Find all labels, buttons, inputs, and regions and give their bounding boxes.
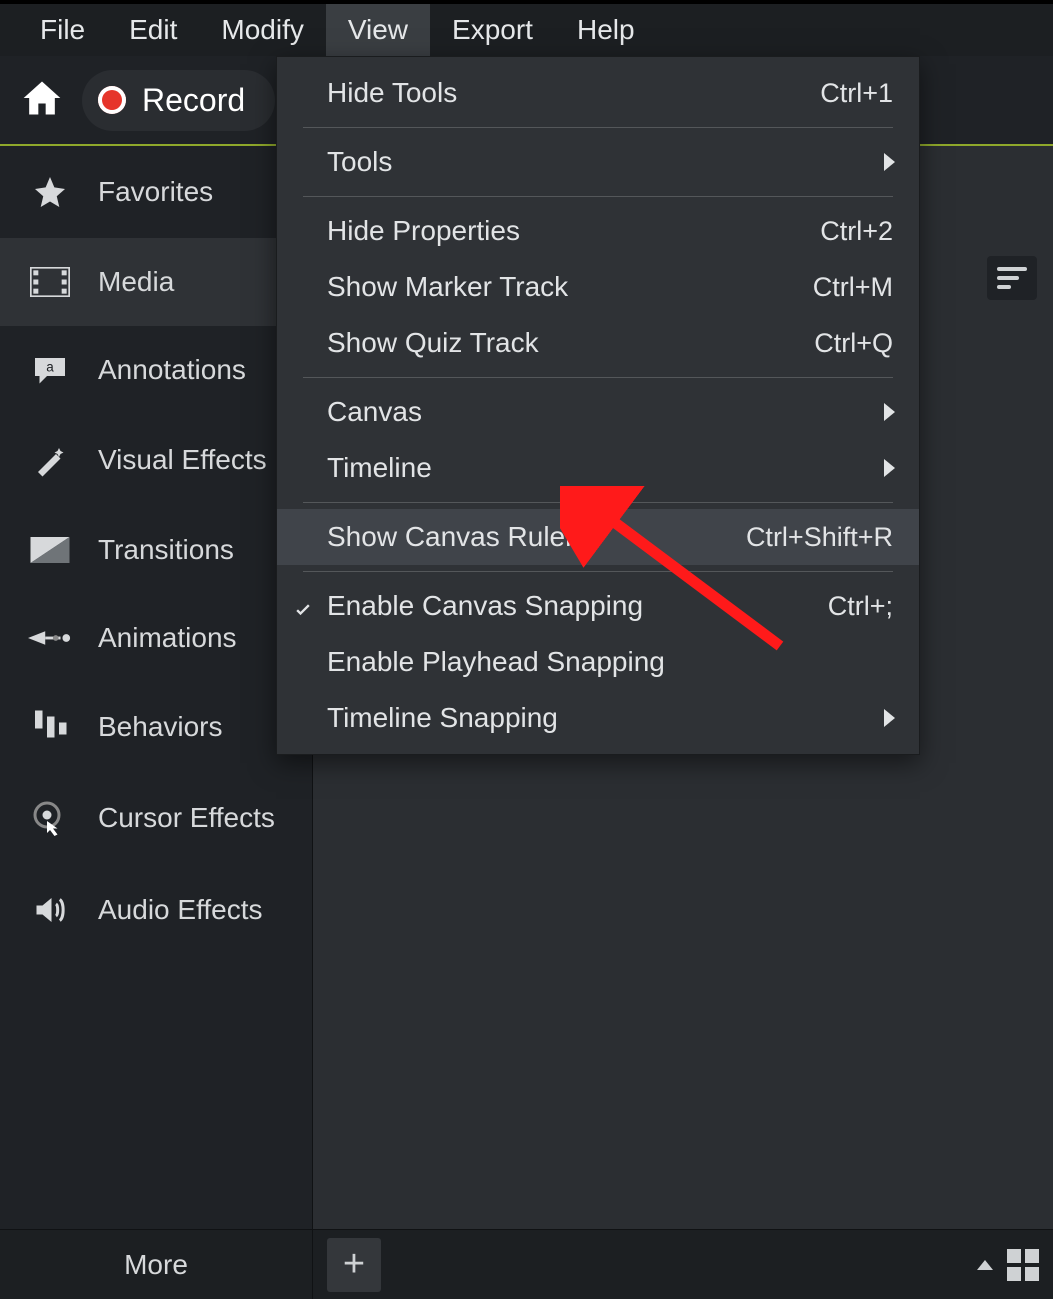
chevron-right-icon [884, 459, 895, 477]
menu-item-enable-playhead-snapping[interactable]: Enable Playhead Snapping [277, 634, 919, 690]
sidebar-item-label: Behaviors [98, 711, 223, 743]
menu-item-label: Timeline Snapping [327, 702, 893, 734]
media-bin-footer: + [313, 1229, 1053, 1299]
menu-item-hide-tools[interactable]: Hide Tools Ctrl+1 [277, 65, 919, 121]
menu-item-label: Hide Properties [327, 215, 820, 247]
sidebar-item-animations[interactable]: Animations [0, 594, 312, 682]
speaker-icon [28, 892, 72, 928]
menu-item-show-quiz-track[interactable]: Show Quiz Track Ctrl+Q [277, 315, 919, 371]
sidebar-item-visual-effects[interactable]: Visual Effects [0, 414, 312, 506]
record-button[interactable]: Record [82, 70, 275, 131]
menu-item-label: Show Marker Track [327, 271, 813, 303]
sidebar-item-behaviors[interactable]: Behaviors [0, 682, 312, 772]
menu-item-label: Show Quiz Track [327, 327, 814, 359]
sidebar-item-label: Annotations [98, 354, 246, 386]
star-icon [28, 174, 72, 210]
sidebar-item-transitions[interactable]: Transitions [0, 506, 312, 594]
menu-item-canvas[interactable]: Canvas [277, 384, 919, 440]
menu-item-enable-canvas-snapping[interactable]: Enable Canvas Snapping Ctrl+; [277, 578, 919, 634]
menu-item-shortcut: Ctrl+M [813, 272, 893, 303]
filmstrip-icon [28, 267, 72, 297]
menu-bar: File Edit Modify View Export Help [0, 0, 1053, 56]
sidebar-item-label: Media [98, 266, 174, 298]
record-label: Record [142, 82, 245, 119]
check-icon [293, 596, 313, 616]
add-media-button[interactable]: + [327, 1238, 381, 1292]
wand-icon [28, 442, 72, 478]
sidebar-more-button[interactable]: More [0, 1229, 312, 1299]
sidebar-item-audio-effects[interactable]: Audio Effects [0, 864, 312, 956]
behaviors-icon [28, 710, 72, 744]
menu-item-timeline-snapping[interactable]: Timeline Snapping [277, 690, 919, 746]
menu-separator [303, 127, 893, 128]
sidebar-item-label: Transitions [98, 534, 234, 566]
sidebar-item-annotations[interactable]: a Annotations [0, 326, 312, 414]
menu-item-shortcut: Ctrl+2 [820, 216, 893, 247]
grid-view-icon[interactable] [1007, 1249, 1039, 1281]
menu-edit[interactable]: Edit [107, 4, 199, 56]
menu-item-label: Enable Canvas Snapping [327, 590, 828, 622]
menu-view[interactable]: View [326, 4, 430, 56]
menu-help[interactable]: Help [555, 4, 657, 56]
sidebar-item-favorites[interactable]: Favorites [0, 146, 312, 238]
menu-item-shortcut: Ctrl+Q [814, 328, 893, 359]
annotation-icon: a [28, 355, 72, 385]
sidebar-item-cursor-effects[interactable]: Cursor Effects [0, 772, 312, 864]
view-menu-dropdown: Hide Tools Ctrl+1 Tools Hide Properties … [276, 56, 920, 755]
transition-icon [28, 537, 72, 563]
menu-item-shortcut: Ctrl+1 [820, 78, 893, 109]
menu-item-label: Canvas [327, 396, 893, 428]
sidebar-list: Favorites Media a Annotations Visual Eff… [0, 146, 312, 1229]
menu-item-show-marker-track[interactable]: Show Marker Track Ctrl+M [277, 259, 919, 315]
menu-separator [303, 377, 893, 378]
sidebar-item-label: Audio Effects [98, 894, 262, 926]
svg-text:a: a [46, 360, 54, 375]
collapse-up-icon[interactable] [977, 1260, 993, 1270]
home-button[interactable] [20, 76, 64, 125]
sidebar: Favorites Media a Annotations Visual Eff… [0, 146, 312, 1299]
sidebar-item-media[interactable]: Media [0, 238, 312, 326]
menu-item-label: Show Canvas Ruler [327, 521, 746, 553]
sidebar-item-label: Favorites [98, 176, 213, 208]
menu-item-timeline[interactable]: Timeline [277, 440, 919, 496]
menu-item-hide-properties[interactable]: Hide Properties Ctrl+2 [277, 203, 919, 259]
menu-item-label: Enable Playhead Snapping [327, 646, 893, 678]
menu-item-label: Hide Tools [327, 77, 820, 109]
sidebar-item-label: Visual Effects [98, 444, 267, 476]
sidebar-item-label: Animations [98, 622, 237, 654]
record-icon [98, 86, 126, 114]
menu-item-label: Tools [327, 146, 893, 178]
menu-separator [303, 571, 893, 572]
home-icon [20, 76, 64, 120]
menu-item-tools[interactable]: Tools [277, 134, 919, 190]
animation-icon [28, 628, 72, 648]
chevron-right-icon [884, 153, 895, 171]
cursor-icon [28, 800, 72, 836]
menu-export[interactable]: Export [430, 4, 555, 56]
menu-item-show-canvas-ruler[interactable]: Show Canvas Ruler Ctrl+Shift+R [277, 509, 919, 565]
menu-separator [303, 196, 893, 197]
menu-item-shortcut: Ctrl+; [828, 591, 893, 622]
chevron-right-icon [884, 709, 895, 727]
menu-file[interactable]: File [18, 4, 107, 56]
sidebar-item-label: Cursor Effects [98, 802, 275, 834]
chevron-right-icon [884, 403, 895, 421]
menu-separator [303, 502, 893, 503]
filter-icon[interactable] [987, 256, 1037, 300]
menu-modify[interactable]: Modify [199, 4, 325, 56]
menu-item-label: Timeline [327, 452, 893, 484]
menu-item-shortcut: Ctrl+Shift+R [746, 522, 893, 553]
